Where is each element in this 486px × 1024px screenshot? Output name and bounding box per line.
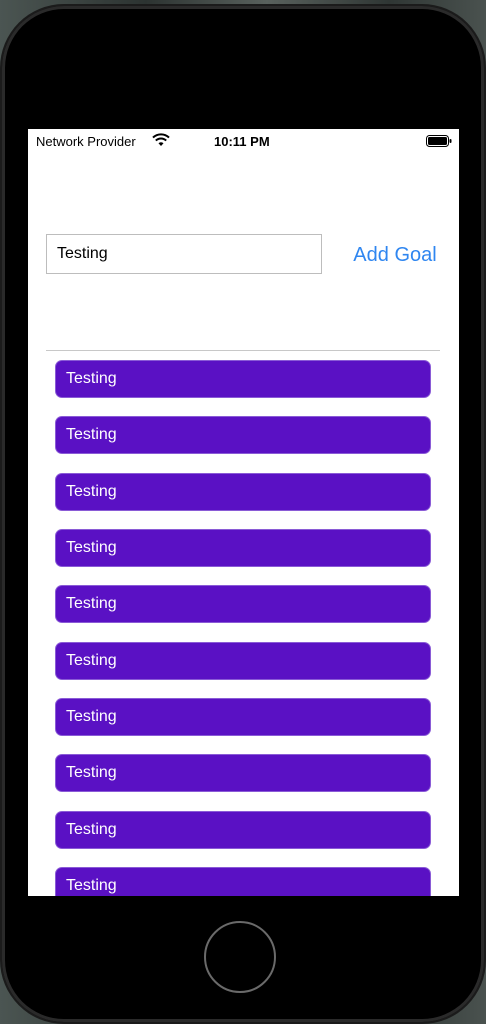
list-item[interactable]: Testing — [55, 585, 431, 623]
list-item[interactable]: Testing — [55, 473, 431, 511]
add-goal-button[interactable]: Add Goal — [340, 239, 450, 271]
list-item[interactable]: Testing — [55, 867, 431, 896]
list-item[interactable]: Testing — [55, 698, 431, 736]
home-button[interactable] — [204, 921, 276, 993]
list-item[interactable]: Testing — [55, 416, 431, 454]
divider — [46, 350, 440, 351]
list-item[interactable]: Testing — [55, 642, 431, 680]
wifi-icon — [152, 133, 170, 146]
list-item[interactable]: Testing — [55, 811, 431, 849]
goal-input[interactable] — [46, 234, 322, 274]
carrier-label: Network Provider — [36, 134, 136, 149]
list-item[interactable]: Testing — [55, 529, 431, 567]
battery-icon — [426, 135, 452, 147]
app-screen: Network Provider 10:11 PM Add Goal Testi… — [28, 129, 459, 896]
list-item[interactable]: Testing — [55, 360, 431, 398]
status-bar: Network Provider 10:11 PM — [28, 129, 459, 153]
status-time: 10:11 PM — [214, 134, 270, 149]
list-item[interactable]: Testing — [55, 754, 431, 792]
